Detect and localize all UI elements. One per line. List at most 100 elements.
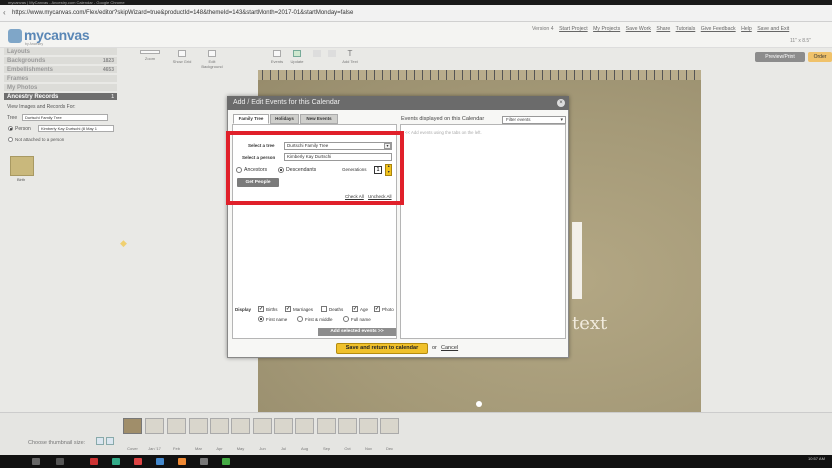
calendar-handle[interactable] [476,401,482,407]
background-icon [208,50,216,57]
edit-background-tool[interactable]: Edit Background [200,50,224,69]
full-name-label: Full name [351,317,371,322]
calendar-events-pane [400,124,566,339]
thumb-dec[interactable] [380,418,399,434]
browser-address-bar: ‹ https://www.mycanvas.com/Flex/editor?s… [0,5,832,22]
thumb-jul[interactable] [274,418,293,434]
os-taskbar [0,455,832,468]
thumb-size-large-button[interactable] [106,437,114,445]
thumb-apr[interactable] [210,418,229,434]
sidebar-item-backgrounds[interactable]: Backgrounds 1823 [4,57,117,65]
first-middle-label: First & middle [305,317,333,322]
order-button[interactable]: Order [808,52,832,62]
first-middle-radio[interactable] [297,316,303,322]
thumb-aug[interactable] [295,418,314,434]
calendar-text-placeholder[interactable]: text [572,313,607,334]
thumb-cover[interactable] [123,418,142,434]
add-selected-events-button[interactable]: Add selected events >> [318,328,396,336]
thumb-label-dec: Dec [385,446,394,451]
zoom-tool[interactable]: Zoom [138,50,162,61]
filter-events-select[interactable]: Filter events [502,116,566,124]
thumb-label-oct: Oct [344,446,351,451]
brand-tagline: by Ancestry [25,42,44,46]
help-link[interactable]: Help [741,26,752,32]
marriages-checkbox[interactable]: ✓ [285,306,291,312]
save-and-return-button[interactable]: Save and return to calendar [336,343,428,354]
sidebar-item-layouts[interactable]: Layouts [4,48,117,56]
thumb-jun[interactable] [253,418,272,434]
sidebar: Layouts Backgrounds 1823 Embellishments 46… [4,48,117,348]
app-icon-1[interactable] [90,458,98,465]
age-checkbox[interactable]: ✓ [352,306,358,312]
tab-family-tree[interactable]: Family Tree [233,114,269,124]
events-icon [273,50,281,57]
age-label: Age [360,307,369,312]
show-grid-tool[interactable]: Show Grid [170,50,194,64]
display-label: Display [235,307,252,312]
thumb-label-apr: Apr [216,446,223,451]
full-name-radio[interactable] [343,316,349,322]
person-select[interactable]: Kimberly Kay Durtschi (8 May 1 [38,125,114,132]
first-name-radio[interactable] [258,316,264,322]
tree-label: Tree [7,115,18,121]
deaths-checkbox[interactable] [321,306,327,312]
text-icon: T [347,49,353,58]
photo-checkbox[interactable]: ✓ [374,306,380,312]
tree-select[interactable]: Durtschi Family Tree [22,114,108,121]
not-attached-radio[interactable] [8,137,13,142]
thumb-sep[interactable] [317,418,336,434]
tab-new-events[interactable]: New Events [300,114,338,124]
mycanvas-logo: mycanvas by Ancestry [8,26,128,46]
first-name-label: First name [266,317,288,322]
or-label: or [432,345,437,351]
thumb-label-feb: Feb [173,446,180,451]
preview-print-button[interactable]: Preview/Print [755,52,805,62]
thumb-label-cover: Cover [127,446,138,451]
add-text-tool[interactable]: T Add Text [338,49,362,65]
thumb-label-jun: Jun [259,446,266,451]
app-icon-5[interactable] [178,458,186,465]
annotation-highlight-box [226,131,404,205]
display-options: Display ✓ Births ✓ Marriages Deaths ✓ Ag… [233,306,398,326]
start-project-link[interactable]: Start Project [559,26,588,32]
app-icon-4[interactable] [156,458,164,465]
app-icon-6[interactable] [200,458,208,465]
prev-page-arrow-icon[interactable]: ◆ [120,238,128,248]
deaths-label: Deaths [329,307,344,312]
cancel-link[interactable]: Cancel [441,345,458,351]
give-feedback-link[interactable]: Give Feedback [701,26,736,32]
app-icon-7[interactable] [222,458,230,465]
sidebar-item-ancestry-records[interactable]: Ancestry Records 1 [4,93,117,101]
redo-icon [328,50,336,57]
sidebar-item-embellishments[interactable]: Embellishments 4653 [4,66,117,74]
photo-label: Photo [382,307,394,312]
url-field[interactable]: https://www.mycanvas.com/Flex/editor?ski… [12,8,832,19]
search-icon[interactable] [32,458,40,465]
births-checkbox[interactable]: ✓ [258,306,264,312]
thumb-mar[interactable] [189,418,208,434]
save-and-exit-link[interactable]: Save and Exit [757,26,789,32]
thumb-oct[interactable] [338,418,357,434]
sidebar-item-frames[interactable]: Frames [4,75,117,83]
thumb-feb[interactable] [167,418,186,434]
task-view-icon[interactable] [56,458,64,465]
thumb-size-small-button[interactable] [96,437,104,445]
photo-frame[interactable] [572,222,582,299]
share-link[interactable]: Share [656,26,670,32]
person-radio[interactable] [8,126,13,131]
tutorials-link[interactable]: Tutorials [676,26,696,32]
my-projects-link[interactable]: My Projects [593,26,620,32]
app-icon-2[interactable] [112,458,120,465]
record-card-icon[interactable] [10,156,34,176]
close-icon[interactable]: × [557,99,565,107]
thumb-jan[interactable] [145,418,164,434]
record-card-label: Birth [17,177,26,182]
sidebar-item-my-photos[interactable]: My Photos [4,84,117,92]
thumb-may[interactable] [231,418,250,434]
app-icon-3[interactable] [134,458,142,465]
tab-holidays[interactable]: Holidays [270,114,299,124]
thumb-label-nov: Nov [364,446,373,451]
back-arrow-icon[interactable]: ‹ [3,8,6,17]
thumb-nov[interactable] [359,418,378,434]
save-work-link[interactable]: Save Work [626,26,651,32]
